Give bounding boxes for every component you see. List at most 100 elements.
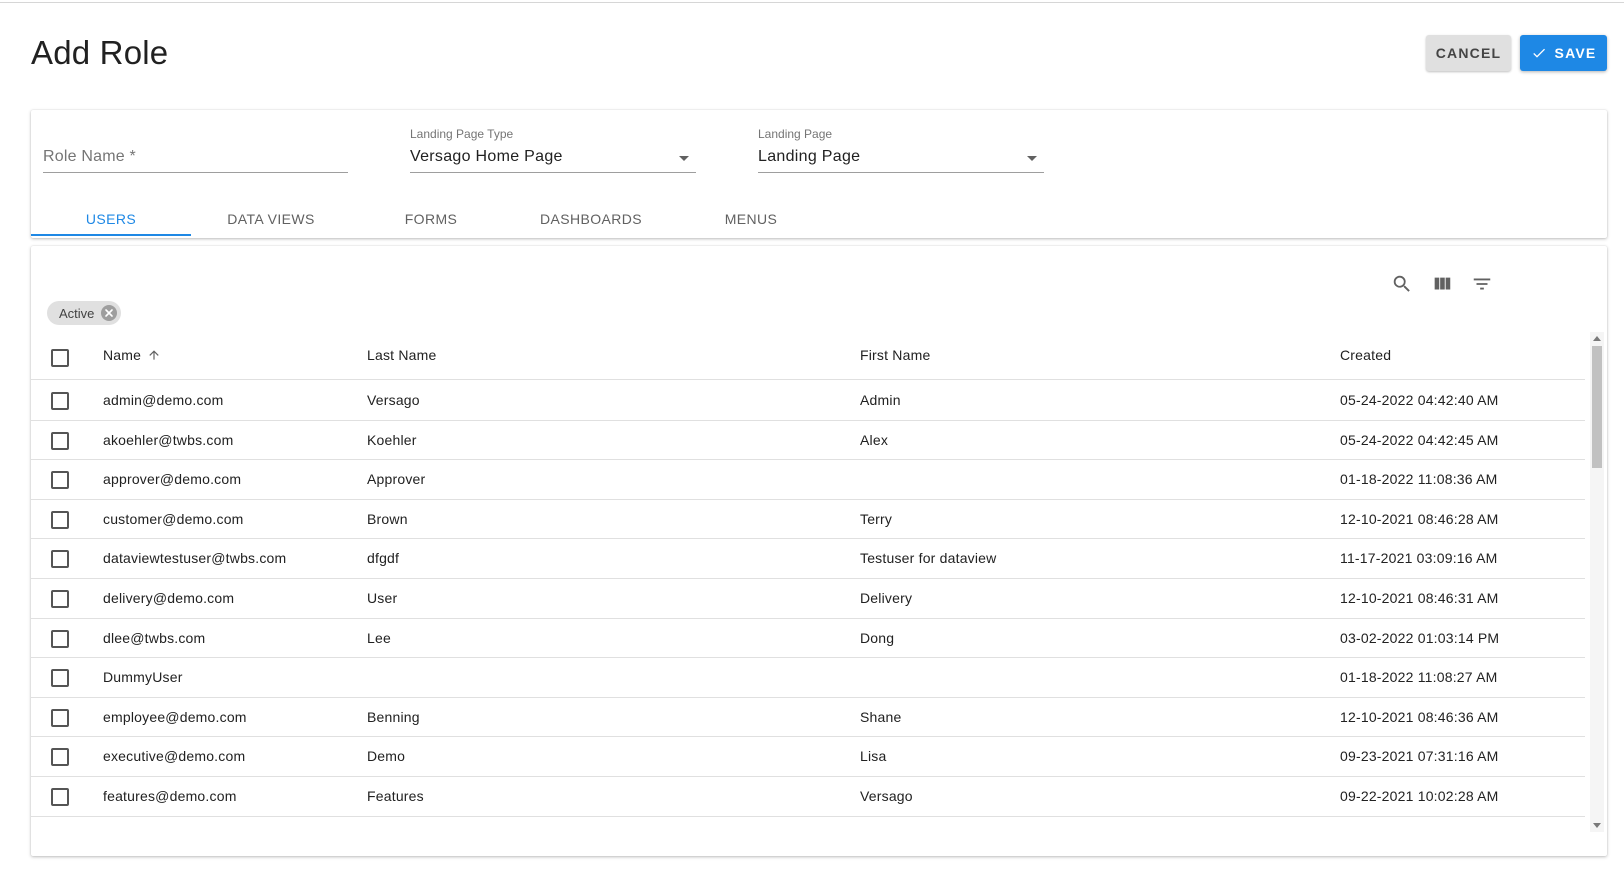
landing-page-type-underline — [410, 172, 696, 173]
chevron-down-icon — [1027, 156, 1037, 161]
landing-page-select[interactable]: Landing Page Landing Page — [758, 110, 1044, 180]
column-header-first-name[interactable]: First Name — [860, 347, 930, 363]
table-row[interactable]: approver@demo.com Approver 01-18-2022 11:0… — [31, 460, 1585, 500]
cell-last-name: Approver — [367, 471, 426, 488]
cancel-button[interactable]: CANCEL — [1426, 35, 1511, 71]
table-row[interactable]: DummyUser 01-18-2022 11:08:27 AM — [31, 658, 1585, 698]
check-icon — [1532, 48, 1545, 58]
row-checkbox[interactable] — [51, 708, 69, 727]
active-tab-indicator — [31, 234, 191, 236]
column-header-created[interactable]: Created — [1340, 347, 1391, 363]
users-table: Name Last Name First Name Created admin@… — [31, 332, 1585, 852]
cell-email: admin@demo.com — [103, 392, 224, 408]
search-icon[interactable] — [1388, 270, 1416, 298]
table-row[interactable]: delivery@demo.com User Delivery 12-10-2021 … — [31, 579, 1585, 619]
filter-icon[interactable] — [1468, 270, 1496, 298]
column-header-label: Name — [103, 347, 142, 363]
cell-last-name: Versago — [367, 392, 420, 408]
tab-data-views[interactable]: DATA VIEWS — [191, 200, 351, 238]
scroll-thumb[interactable] — [1592, 346, 1602, 468]
row-checkbox[interactable] — [51, 669, 69, 688]
landing-page-label: Landing Page — [758, 127, 833, 141]
cell-last-name: dfgdf — [367, 550, 400, 567]
cell-first-name: Shane — [860, 708, 902, 725]
table-row[interactable]: akoehler@twbs.com Koehler Alex 05-24-2022 0… — [31, 421, 1585, 461]
landing-page-type-label: Landing Page Type — [410, 127, 514, 141]
cell-created: 01-18-2022 11:08:27 AM — [1340, 669, 1498, 686]
row-checkbox[interactable] — [51, 471, 69, 490]
table-row[interactable]: customer@demo.com Brown Terry 12-10-2021 08… — [31, 500, 1585, 540]
role-name-underline — [43, 172, 348, 173]
cell-created: 01-18-2022 11:08:36 AM — [1340, 471, 1498, 488]
sort-ascending-icon — [149, 350, 159, 360]
cell-email: features@demo.com — [103, 788, 237, 804]
landing-page-underline — [758, 172, 1044, 173]
landing-page-type-select[interactable]: Landing Page Type Versago Home Page — [410, 110, 696, 180]
row-checkbox[interactable] — [51, 748, 69, 767]
role-form-card: Role Name * Landing Page Type Versago Ho… — [31, 110, 1607, 238]
scroll-up-arrow-icon[interactable] — [1593, 336, 1601, 341]
role-name-field[interactable]: Role Name * — [43, 110, 348, 180]
save-button[interactable]: SAVE — [1520, 35, 1607, 71]
cell-created: 05-24-2022 04:42:40 AM — [1340, 392, 1499, 408]
cell-first-name: Versago — [860, 788, 913, 804]
cell-created: 12-10-2021 08:46:36 AM — [1340, 708, 1499, 725]
cell-created: 09-22-2021 10:02:28 AM — [1340, 788, 1499, 804]
cell-email: customer@demo.com — [103, 510, 244, 527]
cell-first-name: Admin — [860, 392, 901, 408]
row-checkbox[interactable] — [51, 629, 69, 648]
users-table-card: Active Name Last Name First Name Created… — [31, 246, 1607, 856]
landing-page-type-value: Versago Home Page — [410, 148, 563, 165]
row-checkbox[interactable] — [51, 550, 69, 569]
cell-last-name: Brown — [367, 510, 408, 527]
cell-created: 12-10-2021 08:46:28 AM — [1340, 510, 1499, 527]
column-header-name[interactable]: Name — [103, 347, 161, 363]
table-row[interactable]: admin@demo.com Versago Admin 05-24-2022 04:… — [31, 381, 1585, 421]
tab-menus[interactable]: MENUS — [671, 200, 831, 238]
cell-email: dataviewtestuser@twbs.com — [103, 550, 287, 567]
cell-email: DummyUser — [103, 669, 183, 686]
table-row[interactable]: employee@demo.com Benning Shane 12-10-2021 … — [31, 698, 1585, 738]
cell-email: dlee@twbs.com — [103, 629, 206, 646]
save-button-label: SAVE — [1554, 45, 1597, 61]
chip-remove-icon[interactable] — [101, 305, 118, 321]
scroll-down-arrow-icon[interactable] — [1593, 823, 1601, 828]
table-row[interactable]: dlee@twbs.com Lee Dong 03-02-2022 01:03:14 … — [31, 619, 1585, 659]
cell-last-name: Koehler — [367, 431, 417, 448]
cell-first-name: Delivery — [860, 590, 913, 606]
cell-email: delivery@demo.com — [103, 590, 235, 606]
row-checkbox[interactable] — [51, 590, 69, 608]
table-scrollbar[interactable] — [1590, 332, 1604, 832]
cell-created: 09-23-2021 07:31:16 AM — [1340, 748, 1499, 765]
cell-created: 05-24-2022 04:42:45 AM — [1340, 431, 1499, 448]
columns-icon[interactable] — [1428, 270, 1456, 298]
cell-created: 03-02-2022 01:03:14 PM — [1340, 629, 1500, 646]
cell-last-name: User — [367, 590, 398, 606]
cell-created: 12-10-2021 08:46:31 AM — [1340, 590, 1499, 606]
table-row[interactable]: features@demo.com Features Versago 09-22-20… — [31, 777, 1585, 817]
tab-bar: USERS DATA VIEWS FORMS DASHBOARDS MENUS — [31, 200, 1607, 238]
cell-last-name: Benning — [367, 708, 420, 725]
cell-created: 11-17-2021 03:09:16 AM — [1340, 550, 1498, 567]
table-row[interactable]: executive@demo.com Demo Lisa 09-23-2021 07:… — [31, 737, 1585, 777]
cell-first-name: Lisa — [860, 748, 887, 765]
top-divider — [0, 2, 1624, 3]
cell-email: executive@demo.com — [103, 748, 246, 765]
cell-first-name: Testuser for dataview — [860, 550, 997, 567]
row-checkbox[interactable] — [51, 510, 69, 529]
cell-last-name: Features — [367, 788, 424, 804]
cell-first-name: Alex — [860, 431, 889, 448]
row-checkbox[interactable] — [51, 788, 69, 806]
cell-email: employee@demo.com — [103, 708, 247, 725]
table-row[interactable]: dataviewtestuser@twbs.com dfgdf Testuser f… — [31, 539, 1585, 579]
select-all-checkbox[interactable] — [51, 349, 69, 367]
row-checkbox[interactable] — [51, 431, 69, 450]
filter-chip-label: Active — [59, 305, 95, 321]
column-header-last-name[interactable]: Last Name — [367, 347, 437, 363]
landing-page-value: Landing Page — [758, 148, 861, 165]
tab-users[interactable]: USERS — [31, 200, 191, 238]
tab-forms[interactable]: FORMS — [351, 200, 511, 238]
tab-dashboards[interactable]: DASHBOARDS — [511, 200, 671, 238]
row-checkbox[interactable] — [51, 392, 69, 410]
cell-email: approver@demo.com — [103, 471, 242, 488]
